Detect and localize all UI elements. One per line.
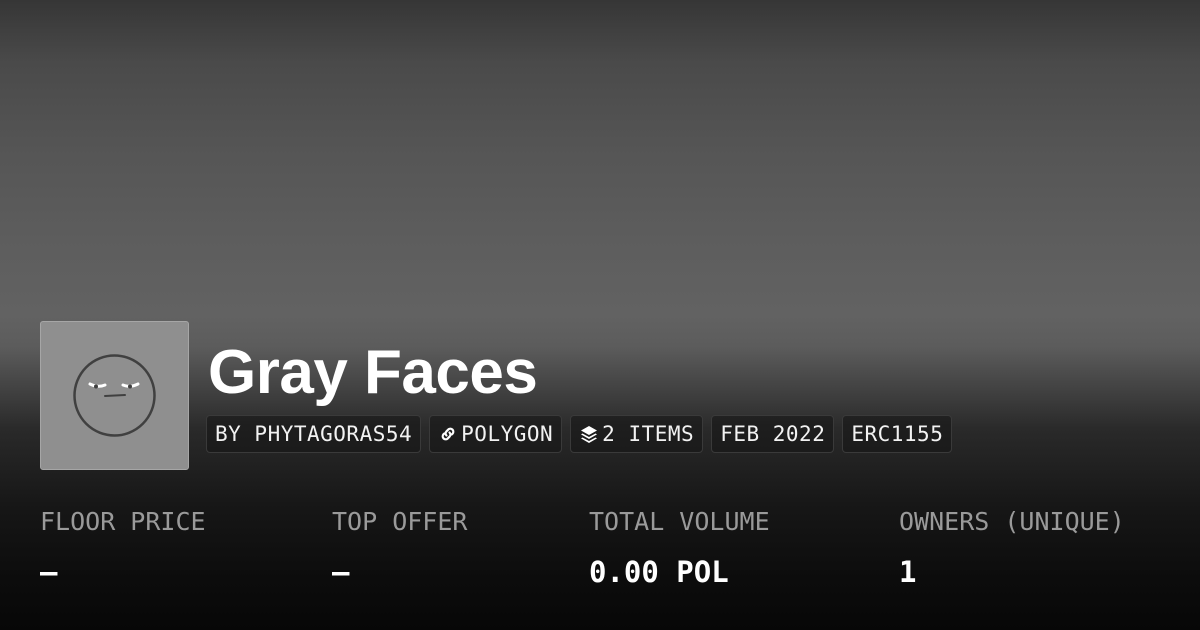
owners-label: OWNERS (UNIQUE) [899,507,1125,536]
token-standard-tag: ERC1155 [842,415,953,453]
items-tag[interactable]: 2 ITEMS [570,415,704,453]
collection-title: Gray Faces [208,338,538,407]
owners-value: 1 [899,555,917,589]
collection-stats: FLOOR PRICE – TOP OFFER – TOTAL VOLUME 0… [40,502,1200,602]
total-volume-label: TOTAL VOLUME [589,507,770,536]
total-volume-stat: TOTAL VOLUME 0.00 POL [589,502,770,592]
creator-tag[interactable]: BY PHYTAGORAS54 [206,415,422,453]
items-tag-label: 2 ITEMS [602,422,695,446]
date-tag: FEB 2022 [711,415,835,453]
gray-face-icon [73,354,156,437]
floor-price-stat: FLOOR PRICE – [40,502,206,592]
token-standard-tag-label: ERC1155 [851,422,944,446]
floor-price-value: – [40,555,58,589]
collection-tags: BY PHYTAGORAS54 POLYGON 2 ITEMS FEB 2022… [206,415,953,453]
creator-tag-label: BY PHYTAGORAS54 [215,422,413,446]
top-offer-label: TOP OFFER [332,507,468,536]
top-offer-value: – [332,555,350,589]
total-volume-value: 0.00 POL [589,555,729,589]
layers-icon [579,424,599,444]
top-offer-stat: TOP OFFER – [332,502,467,592]
chain-tag-label: POLYGON [461,422,554,446]
date-tag-label: FEB 2022 [720,422,826,446]
collection-avatar[interactable] [40,321,189,470]
chain-link-icon [438,424,458,444]
owners-stat: OWNERS (UNIQUE) 1 [899,502,1125,592]
chain-tag[interactable]: POLYGON [429,415,563,453]
floor-price-label: FLOOR PRICE [40,507,206,536]
